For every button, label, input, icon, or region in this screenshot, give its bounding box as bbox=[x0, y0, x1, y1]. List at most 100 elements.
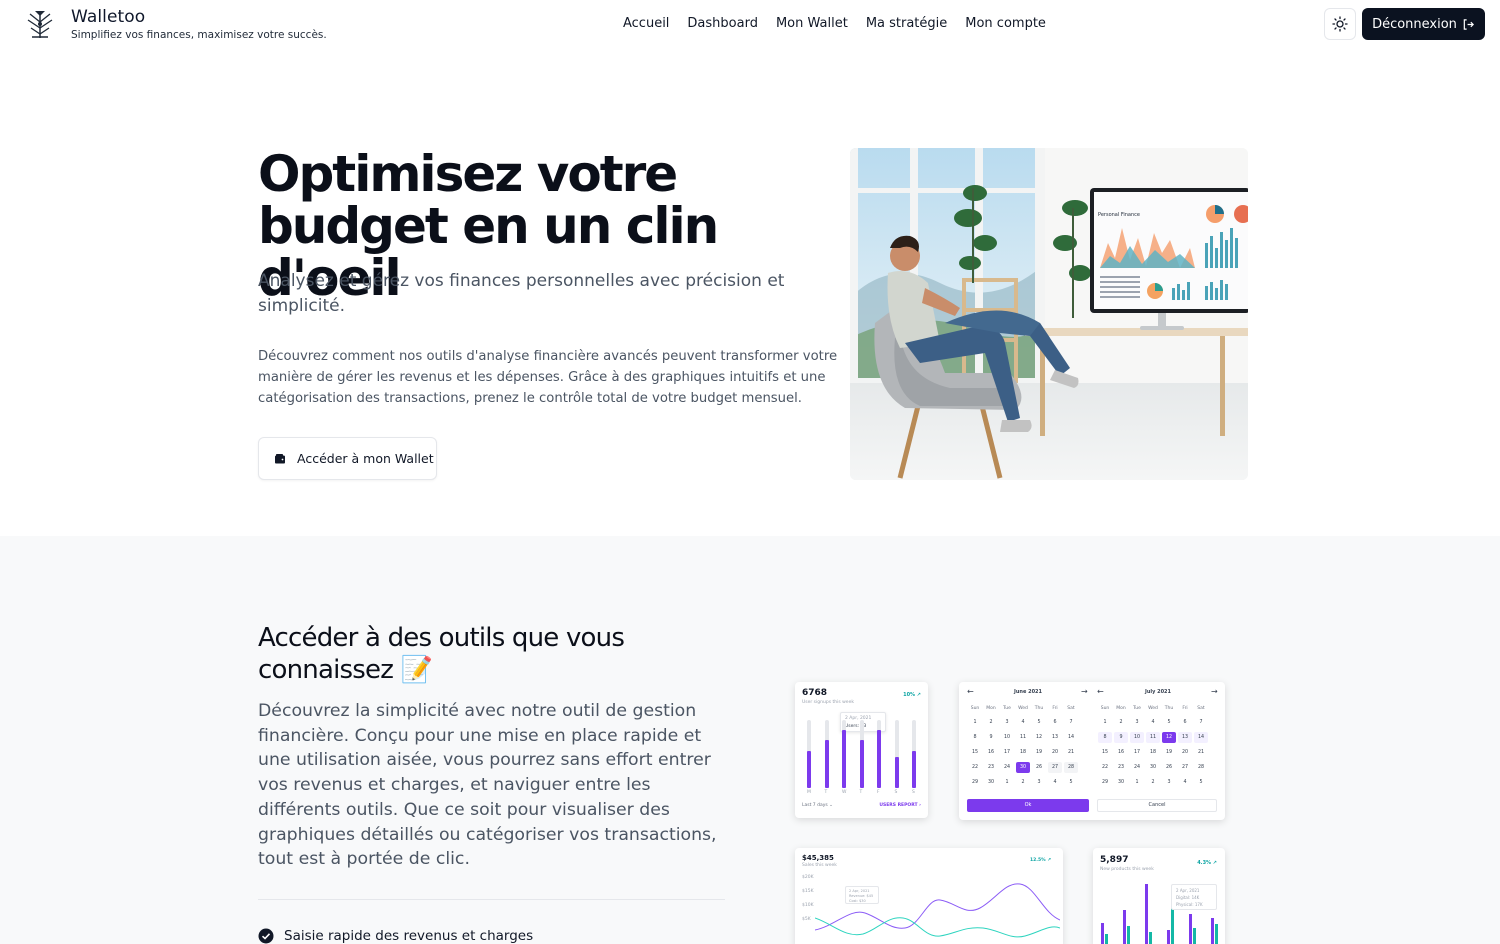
calendar-day[interactable]: 22 bbox=[1098, 762, 1112, 773]
calendar-next-arrow-icon[interactable]: → bbox=[1211, 687, 1218, 696]
feature-label: Saisie rapide des revenus et charges bbox=[284, 928, 534, 944]
calendar-day[interactable]: 3 bbox=[1000, 717, 1014, 728]
nav-link-ma-strategie[interactable]: Ma stratégie bbox=[866, 15, 947, 33]
nav-link-dashboard[interactable]: Dashboard bbox=[687, 15, 758, 33]
calendar-day[interactable]: 26 bbox=[1032, 762, 1046, 773]
calendar-day[interactable]: 30 bbox=[1146, 762, 1160, 773]
brand-block[interactable]: Walletoo Simplifiez vos finances, maximi… bbox=[71, 7, 327, 42]
calendar-day[interactable]: 12 bbox=[1162, 732, 1176, 743]
calendar-day[interactable]: 1 bbox=[1098, 717, 1112, 728]
calendar-day[interactable]: 19 bbox=[1032, 747, 1046, 758]
calendar-day[interactable]: 24 bbox=[1000, 762, 1014, 773]
nav-link-mon-wallet[interactable]: Mon Wallet bbox=[776, 15, 848, 33]
calendar-day[interactable]: 6 bbox=[1178, 717, 1192, 728]
calendar-day[interactable]: 10 bbox=[1130, 732, 1144, 743]
calendar-day[interactable]: 3 bbox=[1130, 717, 1144, 728]
calendar-day[interactable]: 28 bbox=[1194, 762, 1208, 773]
calendar-day[interactable]: 17 bbox=[1000, 747, 1014, 758]
calendar-day[interactable]: 19 bbox=[1162, 747, 1176, 758]
calendar-day[interactable]: 30 bbox=[1114, 777, 1128, 788]
calendar-prev-arrow-icon[interactable]: ← bbox=[1097, 687, 1104, 696]
calendar-ok-button[interactable]: Ok bbox=[967, 799, 1089, 812]
calendar-day[interactable]: 5 bbox=[1032, 717, 1046, 728]
calendar-day[interactable]: 8 bbox=[1098, 732, 1112, 743]
signups-subtitle: User signups this week bbox=[802, 700, 854, 705]
calendar-day[interactable]: 13 bbox=[1178, 732, 1192, 743]
calendar-prev-arrow-icon[interactable]: ← bbox=[967, 687, 974, 696]
calendar-day[interactable]: 27 bbox=[1048, 762, 1062, 773]
calendar-day[interactable]: 13 bbox=[1048, 732, 1062, 743]
calendar-day[interactable]: 4 bbox=[1178, 777, 1192, 788]
calendar-next-arrow-icon[interactable]: → bbox=[1081, 687, 1088, 696]
calendar-day[interactable]: 1 bbox=[1130, 777, 1144, 788]
logout-icon bbox=[1463, 18, 1474, 30]
calendar-day[interactable]: 29 bbox=[1098, 777, 1112, 788]
sales-badge: 12.5% ↗ bbox=[1030, 858, 1051, 863]
calendar-day[interactable]: 17 bbox=[1130, 747, 1144, 758]
calendar-day[interactable]: 4 bbox=[1048, 777, 1062, 788]
calendar-day[interactable]: 20 bbox=[1178, 747, 1192, 758]
calendar-day[interactable]: 15 bbox=[1098, 747, 1112, 758]
calendar-day[interactable]: 4 bbox=[1146, 717, 1160, 728]
calendar-day[interactable]: 28 bbox=[1064, 762, 1078, 773]
walletoo-logo-icon[interactable] bbox=[24, 8, 56, 40]
calendar-day[interactable]: 14 bbox=[1064, 732, 1078, 743]
calendar-day[interactable]: 22 bbox=[968, 762, 982, 773]
calendar-day[interactable]: 24 bbox=[1130, 762, 1144, 773]
calendar-weekday-label: Fri bbox=[1182, 706, 1188, 711]
calendar-day[interactable]: 16 bbox=[984, 747, 998, 758]
calendar-day[interactable]: 26 bbox=[1162, 762, 1176, 773]
calendar-day[interactable]: 21 bbox=[1064, 747, 1078, 758]
calendar-day[interactable]: 12 bbox=[1032, 732, 1046, 743]
calendar-day[interactable]: 7 bbox=[1194, 717, 1208, 728]
calendar-day[interactable]: 15 bbox=[968, 747, 982, 758]
calendar-cancel-button[interactable]: Cancel bbox=[1097, 799, 1217, 812]
hero-description: Découvrez comment nos outils d'analyse f… bbox=[258, 349, 838, 406]
calendar-weekday-label: Sun bbox=[1100, 706, 1110, 711]
logout-button[interactable]: Déconnexion bbox=[1362, 8, 1485, 40]
calendar-day[interactable]: 6 bbox=[1048, 717, 1062, 728]
sales-series-teal-line bbox=[815, 917, 1060, 938]
calendar-day[interactable]: 11 bbox=[1016, 732, 1030, 743]
calendar-day[interactable]: 4 bbox=[1016, 717, 1030, 728]
calendar-day[interactable]: 11 bbox=[1146, 732, 1160, 743]
calendar-day[interactable]: 30 bbox=[1016, 762, 1030, 773]
calendar-day[interactable]: 2 bbox=[1016, 777, 1030, 788]
theme-toggle-button[interactable] bbox=[1324, 8, 1356, 40]
calendar-day[interactable]: 5 bbox=[1064, 777, 1078, 788]
calendar-day[interactable]: 5 bbox=[1194, 777, 1208, 788]
calendar-day[interactable]: 16 bbox=[1114, 747, 1128, 758]
calendar-day[interactable]: 18 bbox=[1146, 747, 1160, 758]
nav-link-accueil[interactable]: Accueil bbox=[623, 15, 669, 33]
calendar-day[interactable]: 2 bbox=[1114, 717, 1128, 728]
calendar-day[interactable]: 3 bbox=[1162, 777, 1176, 788]
calendar-day[interactable]: 30 bbox=[984, 777, 998, 788]
calendar-day[interactable]: 5 bbox=[1162, 717, 1176, 728]
calendar-day[interactable]: 18 bbox=[1016, 747, 1030, 758]
calendar-day[interactable]: 3 bbox=[1032, 777, 1046, 788]
calendar-day[interactable]: 14 bbox=[1194, 732, 1208, 743]
products-bar-purple bbox=[1145, 884, 1148, 944]
signups-range-select[interactable]: Last 7 days ⌄ bbox=[802, 803, 833, 808]
calendar-day[interactable]: 29 bbox=[968, 777, 982, 788]
calendar-day[interactable]: 9 bbox=[1114, 732, 1128, 743]
sales-y-label: $10K bbox=[802, 903, 814, 908]
open-wallet-button[interactable]: Accéder à mon Wallet bbox=[258, 437, 437, 480]
calendar-day[interactable]: 23 bbox=[1114, 762, 1128, 773]
signups-bar bbox=[877, 730, 881, 788]
calendar-day[interactable]: 27 bbox=[1178, 762, 1192, 773]
users-report-link[interactable]: USERS REPORT › bbox=[879, 803, 921, 808]
calendar-day[interactable]: 2 bbox=[984, 717, 998, 728]
calendar-day[interactable]: 7 bbox=[1064, 717, 1078, 728]
calendar-day[interactable]: 21 bbox=[1194, 747, 1208, 758]
calendar-day[interactable]: 23 bbox=[984, 762, 998, 773]
calendar-day[interactable]: 1 bbox=[1000, 777, 1014, 788]
calendar-day[interactable]: 2 bbox=[1146, 777, 1160, 788]
nav-link-mon-compte[interactable]: Mon compte bbox=[965, 15, 1046, 33]
signups-bar bbox=[859, 740, 864, 788]
calendar-day[interactable]: 9 bbox=[984, 732, 998, 743]
calendar-day[interactable]: 20 bbox=[1048, 747, 1062, 758]
calendar-day[interactable]: 8 bbox=[968, 732, 982, 743]
calendar-day[interactable]: 1 bbox=[968, 717, 982, 728]
calendar-day[interactable]: 10 bbox=[1000, 732, 1014, 743]
